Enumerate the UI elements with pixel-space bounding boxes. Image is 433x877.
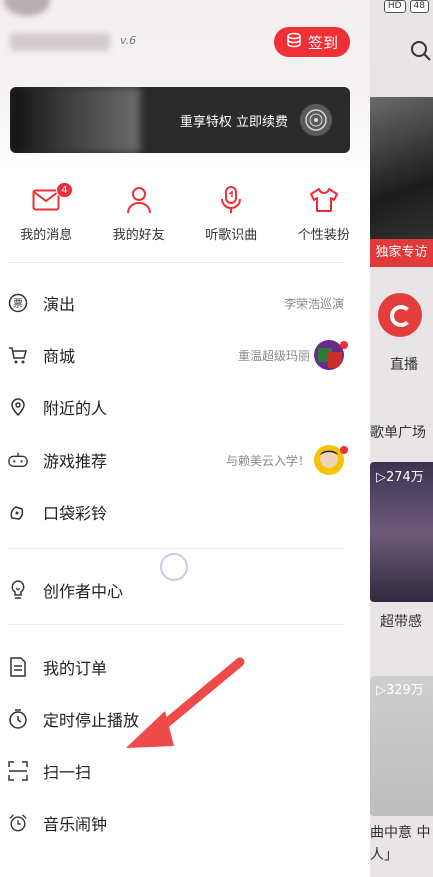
status-bar: HD 48: [383, 0, 429, 13]
mic-icon: [215, 184, 247, 216]
section-title: 歌单广场: [370, 425, 426, 441]
location-icon: [8, 397, 28, 417]
menu-label: 演出: [43, 295, 76, 314]
bulb-icon: [8, 580, 28, 600]
quick-actions: 4 我的消息 我的好友 听歌识曲 个性装扮: [0, 182, 370, 254]
svg-text:票: 票: [13, 298, 23, 310]
playlist-title: 曲中意 中人」: [370, 825, 431, 863]
menu-item-games[interactable]: 游戏推荐 与赖美云入学！: [0, 434, 370, 486]
notification-dot: [340, 341, 348, 349]
play-count: ▷274万: [376, 470, 424, 485]
menu-extra: 与赖美云入学！: [225, 453, 310, 468]
vip-card-art: [10, 87, 140, 153]
username[interactable]: [10, 33, 110, 51]
side-drawer: v.6 签到 重享特权 立即续费 4 我的消息 我的好友 听歌识曲 个性装扮 票…: [0, 0, 370, 877]
playlist-title: 超带感: [380, 614, 422, 630]
quick-action-label: 我的好友: [112, 228, 165, 243]
menu-item-sleep-timer[interactable]: 定时停止播放: [0, 693, 370, 745]
timer-icon: [8, 709, 28, 729]
vip-card[interactable]: 重享特权 立即续费: [10, 87, 350, 153]
cart-icon: [8, 345, 28, 365]
message-count-badge: 4: [56, 182, 73, 198]
checkin-label: 签到: [307, 33, 338, 52]
quick-action-label: 我的消息: [20, 228, 73, 243]
alarm-icon: [8, 813, 28, 833]
theme-button[interactable]: 个性装扮: [278, 184, 370, 254]
menu-label: 创作者中心: [43, 582, 124, 601]
coin-icon: [286, 32, 302, 52]
menu-label: 口袋彩铃: [43, 504, 108, 523]
menu-label: 音乐闹钟: [43, 815, 108, 834]
menu-label: 我的订单: [43, 659, 108, 678]
song-recognition-button[interactable]: 听歌识曲: [185, 184, 277, 254]
level-badge: v.6: [120, 34, 137, 47]
divider: [8, 262, 344, 263]
divider: [8, 548, 344, 549]
divider: [8, 624, 344, 625]
my-friends-button[interactable]: 我的好友: [93, 184, 185, 254]
banner-tag: 独家专访: [370, 239, 433, 267]
menu-label: 附近的人: [43, 399, 108, 418]
battery-badge: 48: [409, 0, 429, 13]
menu-item-scan[interactable]: 扫一扫: [0, 745, 370, 797]
menu-item-orders[interactable]: 我的订单: [0, 641, 370, 693]
loading-spinner: [160, 553, 188, 581]
menu-extra: 重温超级玛丽: [237, 348, 310, 363]
menu-label: 商城: [43, 347, 76, 366]
my-messages-button[interactable]: 4 我的消息: [0, 182, 92, 254]
menu-label: 定时停止播放: [43, 711, 140, 730]
friend-icon: [123, 184, 155, 216]
gamepad-icon: [8, 450, 28, 470]
menu-label: 扫一扫: [43, 763, 92, 782]
search-icon[interactable]: [410, 40, 432, 62]
tshirt-icon: [308, 184, 340, 216]
menu-item-shows[interactable]: 票 演出 李荣浩巡演: [0, 277, 370, 329]
drawer-header: v.6 签到 重享特权 立即续费: [0, 0, 370, 170]
bottom-fade: [0, 840, 370, 877]
ringtone-icon: [8, 502, 28, 522]
menu-item-nearby[interactable]: 附近的人: [0, 381, 370, 433]
vinyl-icon: [300, 104, 332, 136]
menu-item-ringtone[interactable]: 口袋彩铃: [0, 486, 370, 538]
ticket-icon: 票: [8, 293, 28, 313]
notification-dot: [340, 446, 348, 454]
menu-extra: 李荣浩巡演: [283, 296, 344, 311]
live-label: 直播: [390, 357, 418, 373]
avatar[interactable]: [4, 0, 50, 16]
hd-badge: HD: [383, 0, 406, 13]
play-count: ▷329万: [376, 683, 424, 698]
checkin-button[interactable]: 签到: [274, 27, 350, 57]
live-icon[interactable]: [378, 293, 422, 337]
quick-action-label: 听歌识曲: [205, 228, 258, 243]
menu-label: 游戏推荐: [43, 452, 108, 471]
order-icon: [8, 657, 28, 677]
quick-action-label: 个性装扮: [297, 228, 350, 243]
menu-item-mall[interactable]: 商城 重温超级玛丽: [0, 329, 370, 381]
scan-icon: [8, 761, 28, 781]
vip-renew-text: 重享特权 立即续费: [179, 115, 288, 130]
background-app: HD 48 独家专访 直播 歌单广场 ▷274万 超带感 ▷329万 曲中意 中…: [370, 0, 433, 877]
